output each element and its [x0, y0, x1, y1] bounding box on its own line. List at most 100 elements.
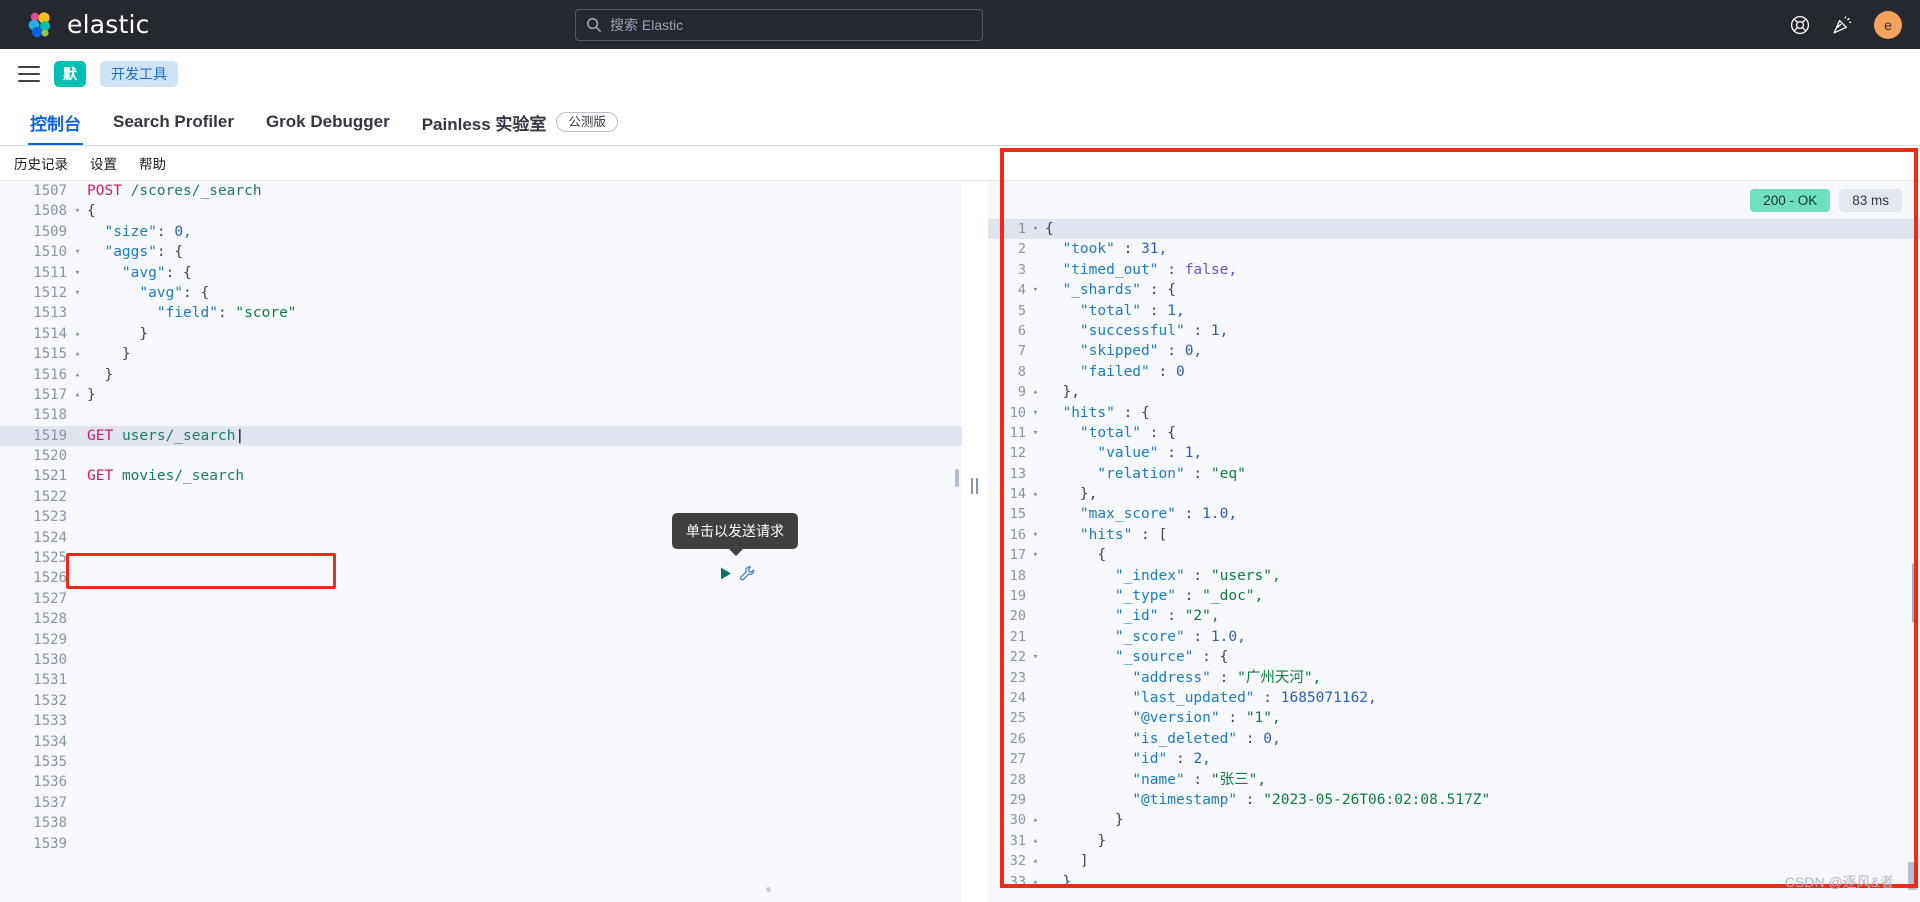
code-line[interactable]: 1509 "size": 0,: [0, 222, 962, 242]
code-line[interactable]: 18 "_index" : "users",: [988, 566, 1920, 586]
code-line[interactable]: 1529: [0, 630, 962, 650]
fold-toggle-icon[interactable]: ▾: [1030, 280, 1041, 300]
code-line[interactable]: 3 "timed_out" : false,: [988, 260, 1920, 280]
wrench-icon[interactable]: [739, 565, 756, 587]
editor-scrollbar-handle[interactable]: [955, 469, 959, 487]
code-line[interactable]: 1522: [0, 487, 962, 507]
code-line[interactable]: 1524: [0, 528, 962, 548]
code-line[interactable]: 2 "took" : 31,: [988, 239, 1920, 259]
fold-toggle-icon[interactable]: ▾: [72, 263, 83, 283]
response-viewer[interactable]: 200 - OK 83 ms 1▾{2 "took" : 31,3 "timed…: [988, 180, 1920, 902]
code-line[interactable]: 5 "total" : 1,: [988, 301, 1920, 321]
code-line[interactable]: 1516▴ }: [0, 365, 962, 385]
code-line[interactable]: 1512▾ "avg": {: [0, 283, 962, 303]
response-scrollbar-handle[interactable]: [1912, 563, 1916, 623]
tab-painless-lab[interactable]: Painless 实验室 公测版: [406, 99, 634, 145]
code-line[interactable]: 1526: [0, 568, 962, 588]
fold-toggle-icon[interactable]: ▾: [1030, 647, 1041, 667]
code-line[interactable]: 6 "successful" : 1,: [988, 321, 1920, 341]
code-line[interactable]: 8 "failed" : 0: [988, 362, 1920, 382]
hamburger-icon[interactable]: [18, 66, 40, 82]
response-lines[interactable]: 1▾{2 "took" : 31,3 "timed_out" : false,4…: [988, 219, 1920, 892]
code-line[interactable]: 1508▾{: [0, 201, 962, 221]
code-line[interactable]: 1515▴ }: [0, 344, 962, 364]
lifebuoy-icon[interactable]: [1790, 15, 1810, 35]
code-line[interactable]: 29 "@timestamp" : "2023-05-26T06:02:08.5…: [988, 790, 1920, 810]
fold-toggle-icon[interactable]: ▾: [1030, 403, 1041, 423]
code-line[interactable]: 1530: [0, 650, 962, 670]
code-line[interactable]: 1527: [0, 589, 962, 609]
code-line[interactable]: 1517▴}: [0, 385, 962, 405]
fold-toggle-icon[interactable]: ▾: [72, 242, 83, 262]
brand-logo-area[interactable]: elastic: [26, 10, 150, 40]
code-line[interactable]: 1519GET users/_search|: [0, 426, 962, 446]
code-line[interactable]: 22▾ "_source" : {: [988, 647, 1920, 667]
code-line[interactable]: 32▴ ]: [988, 851, 1920, 871]
code-line[interactable]: 26 "is_deleted" : 0,: [988, 729, 1920, 749]
global-search-wrapper[interactable]: [575, 9, 983, 41]
code-line[interactable]: 1521GET movies/_search: [0, 466, 962, 486]
code-line[interactable]: 9▴ },: [988, 382, 1920, 402]
pane-splitter[interactable]: [962, 180, 988, 902]
request-editor[interactable]: 1507POST /scores/_search1508▾{1509 "size…: [0, 180, 962, 902]
code-line[interactable]: 1507POST /scores/_search: [0, 181, 962, 201]
code-line[interactable]: 25 "@version" : "1",: [988, 708, 1920, 728]
fold-toggle-icon[interactable]: ▴: [1030, 382, 1041, 402]
breadcrumb-item-devtools[interactable]: 开发工具: [100, 61, 178, 87]
code-line[interactable]: 14▴ },: [988, 484, 1920, 504]
code-line[interactable]: 24 "last_updated" : 1685071162,: [988, 688, 1920, 708]
code-line[interactable]: 1528: [0, 609, 962, 629]
fold-toggle-icon[interactable]: ▾: [1030, 525, 1041, 545]
code-line[interactable]: 30▴ }: [988, 810, 1920, 830]
play-triangle-icon[interactable]: [718, 566, 733, 586]
confetti-icon[interactable]: [1832, 15, 1852, 35]
code-line[interactable]: 1520: [0, 446, 962, 466]
code-line[interactable]: 1518: [0, 405, 962, 425]
request-editor-lines[interactable]: 1507POST /scores/_search1508▾{1509 "size…: [0, 181, 962, 854]
code-line[interactable]: 1537: [0, 793, 962, 813]
code-line[interactable]: 15 "max_score" : 1.0,: [988, 504, 1920, 524]
fold-toggle-icon[interactable]: ▴: [1030, 831, 1041, 851]
code-line[interactable]: 13 "relation" : "eq": [988, 464, 1920, 484]
code-line[interactable]: 1538: [0, 813, 962, 833]
tab-grok-debugger[interactable]: Grok Debugger: [250, 99, 406, 145]
code-line[interactable]: 1534: [0, 732, 962, 752]
fold-toggle-icon[interactable]: ▴: [1030, 851, 1041, 871]
search-input[interactable]: [575, 9, 983, 41]
tab-console[interactable]: 控制台: [14, 99, 97, 145]
code-line[interactable]: 1▾{: [988, 219, 1920, 239]
code-line[interactable]: 31▴ }: [988, 831, 1920, 851]
code-line[interactable]: 27 "id" : 2,: [988, 749, 1920, 769]
code-line[interactable]: 1531: [0, 670, 962, 690]
code-line[interactable]: 1535: [0, 752, 962, 772]
code-line[interactable]: 17▾ {: [988, 545, 1920, 565]
code-line[interactable]: 16▾ "hits" : [: [988, 525, 1920, 545]
fold-toggle-icon[interactable]: ▾: [72, 201, 83, 221]
space-badge[interactable]: 默: [54, 61, 86, 87]
fold-toggle-icon[interactable]: ▴: [1030, 872, 1041, 892]
code-line[interactable]: 1533: [0, 711, 962, 731]
submenu-settings[interactable]: 设置: [90, 153, 117, 173]
code-line[interactable]: 12 "value" : 1,: [988, 443, 1920, 463]
code-line[interactable]: 11▾ "total" : {: [988, 423, 1920, 443]
code-line[interactable]: 1510▾ "aggs": {: [0, 242, 962, 262]
fold-toggle-icon[interactable]: ▴: [72, 324, 83, 344]
code-line[interactable]: 1539: [0, 834, 962, 854]
code-line[interactable]: 19 "_type" : "_doc",: [988, 586, 1920, 606]
code-line[interactable]: 1513 "field": "score": [0, 303, 962, 323]
code-line[interactable]: 1523: [0, 507, 962, 527]
code-line[interactable]: 7 "skipped" : 0,: [988, 341, 1920, 361]
fold-toggle-icon[interactable]: ▾: [1030, 545, 1041, 565]
fold-toggle-icon[interactable]: ▾: [72, 283, 83, 303]
code-line[interactable]: 33▴ }: [988, 872, 1920, 892]
code-line[interactable]: 28 "name" : "张三",: [988, 770, 1920, 790]
fold-toggle-icon[interactable]: ▾: [1030, 423, 1041, 443]
code-line[interactable]: 20 "_id" : "2",: [988, 606, 1920, 626]
tab-search-profiler[interactable]: Search Profiler: [97, 99, 250, 145]
fold-toggle-icon[interactable]: ▴: [1030, 484, 1041, 504]
fold-toggle-icon[interactable]: ▴: [1030, 810, 1041, 830]
code-line[interactable]: 4▾ "_shards" : {: [988, 280, 1920, 300]
code-line[interactable]: 1536: [0, 772, 962, 792]
submenu-history[interactable]: 历史记录: [14, 153, 68, 173]
code-line[interactable]: 1514▴ }: [0, 324, 962, 344]
